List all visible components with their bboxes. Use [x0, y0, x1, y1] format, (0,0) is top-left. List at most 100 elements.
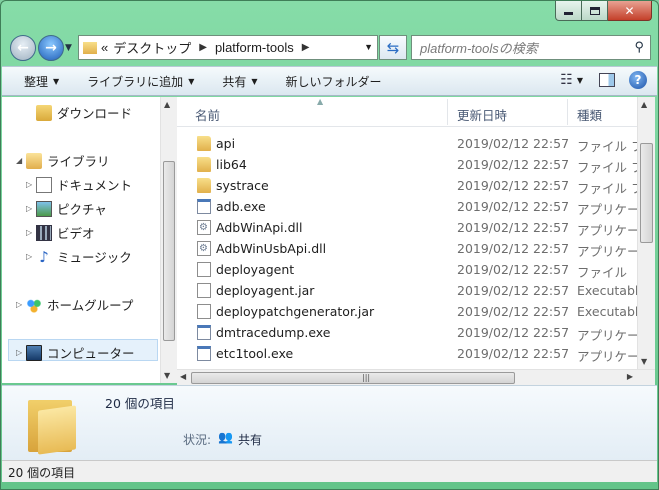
forward-button[interactable]: →	[38, 35, 64, 61]
jar-icon	[197, 283, 211, 298]
nav-pane-scrollbar[interactable]: ▲ ▼	[160, 97, 177, 383]
details-pane: 20 個の項目 状況: 👥 共有	[2, 385, 657, 460]
chevron-down-icon[interactable]: ▼	[364, 42, 373, 52]
scrollbar-thumb[interactable]	[640, 143, 653, 243]
collapsed-triangle-icon[interactable]: ▷	[16, 300, 26, 309]
collapsed-triangle-icon[interactable]: ▷	[26, 204, 36, 213]
column-date[interactable]: 更新日時	[457, 105, 507, 124]
column-name[interactable]: 名前	[195, 105, 220, 124]
nav-item-homegroup[interactable]: ▷ ホームグループ	[16, 295, 133, 314]
status-label: 状況:	[183, 433, 212, 447]
back-button[interactable]: ←	[10, 35, 36, 61]
column-divider[interactable]	[447, 99, 448, 125]
file-row[interactable]: api 2019/02/12 22:57 ファイル フ	[177, 133, 637, 154]
arrow-right-icon: →	[45, 40, 57, 56]
file-date: 2019/02/12 22:57	[457, 262, 570, 277]
view-options-icon[interactable]: ☷	[560, 72, 573, 88]
close-button[interactable]: ✕	[608, 1, 652, 21]
column-header: ▲ 名前 更新日時 種類	[177, 97, 637, 127]
exe-icon	[197, 346, 211, 361]
file-row[interactable]: adb.exe 2019/02/12 22:57 アプリケー	[177, 196, 637, 217]
scroll-up-icon[interactable]: ▲	[641, 100, 647, 109]
breadcrumb-desktop[interactable]: デスクトップ	[113, 38, 191, 57]
column-type[interactable]: 種類	[577, 105, 602, 124]
folder-icon	[83, 41, 97, 54]
organize-menu[interactable]: 整理 ▼	[24, 73, 59, 90]
file-name: deployagent.jar	[216, 283, 315, 298]
file-row[interactable]: deployagent 2019/02/12 22:57 ファイル	[177, 259, 637, 280]
sort-ascending-icon: ▲	[317, 97, 324, 106]
file-date: 2019/02/12 22:57	[457, 346, 570, 361]
collapsed-triangle-icon[interactable]: ▷	[26, 252, 36, 261]
history-chevron[interactable]: «	[101, 40, 108, 55]
file-row[interactable]: AdbWinUsbApi.dll 2019/02/12 22:57 アプリケー	[177, 238, 637, 259]
nav-item-downloads[interactable]: ダウンロード	[36, 103, 132, 122]
file-list: ▲ 名前 更新日時 種類 api 2019/02/12 22:57 ファイル フ li…	[177, 97, 637, 369]
file-name: deployagent	[216, 262, 295, 277]
caption-buttons: ✕	[555, 1, 652, 21]
picture-icon	[36, 200, 52, 217]
help-icon[interactable]: ?	[629, 71, 647, 89]
chevron-right-icon[interactable]: ▶	[302, 42, 310, 53]
chevron-down-icon[interactable]: ▼	[577, 76, 583, 85]
scrollbar-thumb[interactable]: |||	[191, 372, 515, 384]
arrow-left-icon: ←	[17, 40, 29, 56]
file-name: lib64	[216, 157, 247, 172]
nav-item-videos[interactable]: ▷ ビデオ	[26, 223, 95, 242]
collapsed-triangle-icon[interactable]: ▷	[26, 228, 36, 237]
file-row[interactable]: dmtracedump.exe 2019/02/12 22:57 アプリケー	[177, 322, 637, 343]
collapsed-triangle-icon[interactable]: ▷	[26, 180, 36, 189]
nav-item-music[interactable]: ▷ ♪ ミュージック	[26, 247, 132, 266]
scroll-down-icon[interactable]: ▼	[641, 357, 647, 366]
nav-label: ミュージック	[57, 250, 132, 265]
maximize-icon	[589, 6, 600, 15]
homegroup-icon	[26, 296, 42, 313]
chevron-right-icon[interactable]: ▶	[199, 42, 207, 53]
nav-item-computer[interactable]: ▷ コンピューター	[16, 343, 135, 362]
scroll-right-icon[interactable]: ▶	[627, 372, 633, 381]
new-folder-button[interactable]: 新しいフォルダー	[286, 73, 382, 90]
file-name: dmtracedump.exe	[216, 325, 331, 340]
scroll-down-icon[interactable]: ▼	[164, 371, 170, 380]
file-date: 2019/02/12 22:57	[457, 304, 570, 319]
search-placeholder: platform-toolsの検索	[420, 41, 538, 56]
nav-item-documents[interactable]: ▷ ドキュメント	[26, 175, 132, 194]
nav-item-pictures[interactable]: ▷ ピクチャ	[26, 199, 107, 218]
file-row[interactable]: etc1tool.exe 2019/02/12 22:57 アプリケー	[177, 343, 637, 364]
document-icon	[36, 176, 52, 193]
expanded-triangle-icon[interactable]: ◢	[16, 156, 26, 165]
file-date: 2019/02/12 22:57	[457, 157, 570, 172]
history-dropdown-icon[interactable]: ▼	[65, 43, 72, 53]
refresh-button[interactable]: ⇆	[379, 35, 407, 60]
file-row[interactable]: deploypatchgenerator.jar 2019/02/12 22:57…	[177, 301, 637, 322]
file-list-scrollbar[interactable]: ▲ ▼	[637, 97, 655, 369]
minimize-button[interactable]	[555, 1, 582, 21]
share-menu[interactable]: 共有 ▼	[222, 73, 257, 90]
file-type: Executable	[577, 304, 637, 319]
file-type: ファイル フ	[577, 139, 637, 154]
file-name: deploypatchgenerator.jar	[216, 304, 375, 319]
scroll-left-icon[interactable]: ◀	[180, 372, 186, 381]
breadcrumb-platform-tools[interactable]: platform-tools	[215, 40, 294, 55]
file-date: 2019/02/12 22:57	[457, 220, 570, 235]
preview-pane-icon[interactable]	[599, 73, 615, 87]
address-bar[interactable]: « デスクトップ ▶ platform-tools ▶ ▼	[78, 35, 378, 60]
maximize-button[interactable]	[582, 1, 608, 21]
search-input[interactable]: platform-toolsの検索 ⚲	[411, 35, 651, 60]
file-row[interactable]: systrace 2019/02/12 22:57 ファイル フ	[177, 175, 637, 196]
column-divider[interactable]	[567, 99, 568, 125]
add-to-library-menu[interactable]: ライブラリに追加 ▼	[87, 73, 194, 90]
file-row[interactable]: lib64 2019/02/12 22:57 ファイル フ	[177, 154, 637, 175]
file-row[interactable]: deployagent.jar 2019/02/12 22:57 Executabl…	[177, 280, 637, 301]
scrollbar-thumb[interactable]	[163, 161, 175, 341]
item-count: 20 個の項目	[105, 396, 175, 411]
search-icon[interactable]: ⚲	[634, 39, 644, 55]
navigation-pane: ダウンロード ◢ ライブラリ ▷ ドキュメント ▷ ピクチャ ▷ ビデオ ▷ ♪…	[2, 97, 175, 383]
toolbar-right: ☷ ▼ ?	[560, 71, 647, 89]
horizontal-scrollbar[interactable]: ◀ ||| ▶	[177, 369, 655, 386]
nav-item-libraries[interactable]: ◢ ライブラリ	[16, 151, 110, 170]
collapsed-triangle-icon[interactable]: ▷	[16, 348, 26, 357]
file-type: アプリケー	[577, 244, 637, 259]
file-row[interactable]: AdbWinApi.dll 2019/02/12 22:57 アプリケー	[177, 217, 637, 238]
scroll-up-icon[interactable]: ▲	[164, 100, 170, 109]
